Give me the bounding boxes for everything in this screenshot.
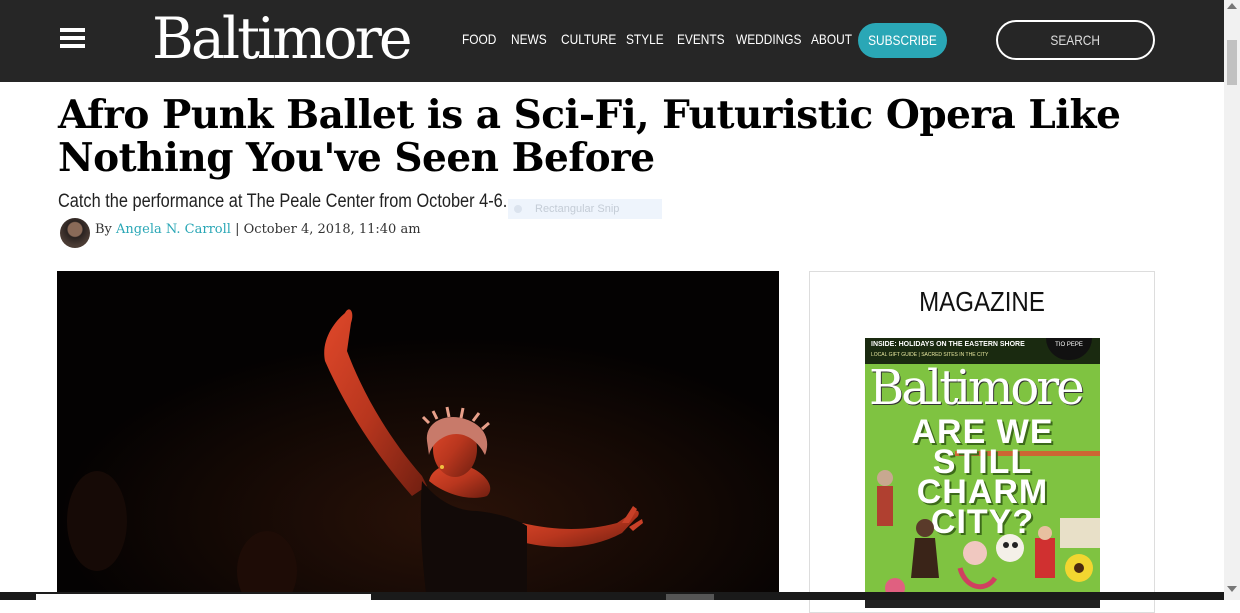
magazine-title: MAGAZINE: [919, 286, 1045, 317]
nav-item-weddings[interactable]: WEDDINGS: [736, 31, 801, 47]
article-headline: Afro Punk Ballet is a Sci-Fi, Futuristic…: [58, 92, 1121, 181]
magazine-sidebar: MAGAZINE INSIDE: HOLIDAYS ON THE EASTERN…: [809, 271, 1155, 613]
search-label: SEARCH: [1050, 32, 1101, 48]
nav-item-culture[interactable]: CULTURE: [561, 31, 616, 47]
snip-label: Rectangular Snip: [535, 203, 620, 215]
subscribe-label: SUBSCRIBE: [868, 32, 937, 48]
search-button[interactable]: SEARCH: [996, 20, 1155, 60]
author-link[interactable]: Angela N. Carroll: [116, 222, 231, 237]
page-scrollbar[interactable]: [1224, 0, 1240, 600]
magazine-cover[interactable]: INSIDE: HOLIDAYS ON THE EASTERN SHORE LO…: [865, 338, 1100, 608]
bottom-bar-segment: [666, 594, 714, 600]
bottom-bar-segment: [36, 594, 371, 600]
site-logo[interactable]: Baltimore: [152, 4, 413, 74]
nav-item-events[interactable]: EVENTS: [677, 31, 725, 47]
scroll-thumb[interactable]: [1227, 40, 1237, 85]
byline-prefix: By: [95, 222, 112, 237]
snip-tooltip: Rectangular Snip: [508, 199, 662, 219]
scroll-down-icon[interactable]: [1227, 586, 1237, 592]
cover-collage: [865, 470, 1100, 608]
byline-separator: |: [235, 222, 240, 237]
scroll-up-icon[interactable]: [1227, 3, 1237, 9]
nav-item-food[interactable]: FOOD: [462, 31, 496, 47]
article-subhead: Catch the performance at The Peale Cente…: [58, 191, 508, 212]
subscribe-button[interactable]: SUBSCRIBE: [858, 23, 947, 58]
nav-item-about[interactable]: ABOUT: [811, 31, 852, 47]
site-header: Baltimore FOOD NEWS CULTURE STYLE EVENTS…: [0, 0, 1224, 82]
article-byline: By Angela N. Carroll | October 4, 2018, …: [95, 222, 421, 237]
dancer-photo: [57, 271, 779, 600]
hero-image: [57, 271, 779, 600]
nav-item-style[interactable]: STYLE: [626, 31, 664, 47]
publish-date: October 4, 2018, 11:40 am: [243, 222, 421, 237]
bottom-bar: [0, 592, 1224, 600]
snip-icon: [514, 205, 522, 213]
nav-item-news[interactable]: NEWS: [511, 31, 547, 47]
author-avatar: [60, 218, 90, 248]
menu-icon[interactable]: [60, 28, 85, 48]
